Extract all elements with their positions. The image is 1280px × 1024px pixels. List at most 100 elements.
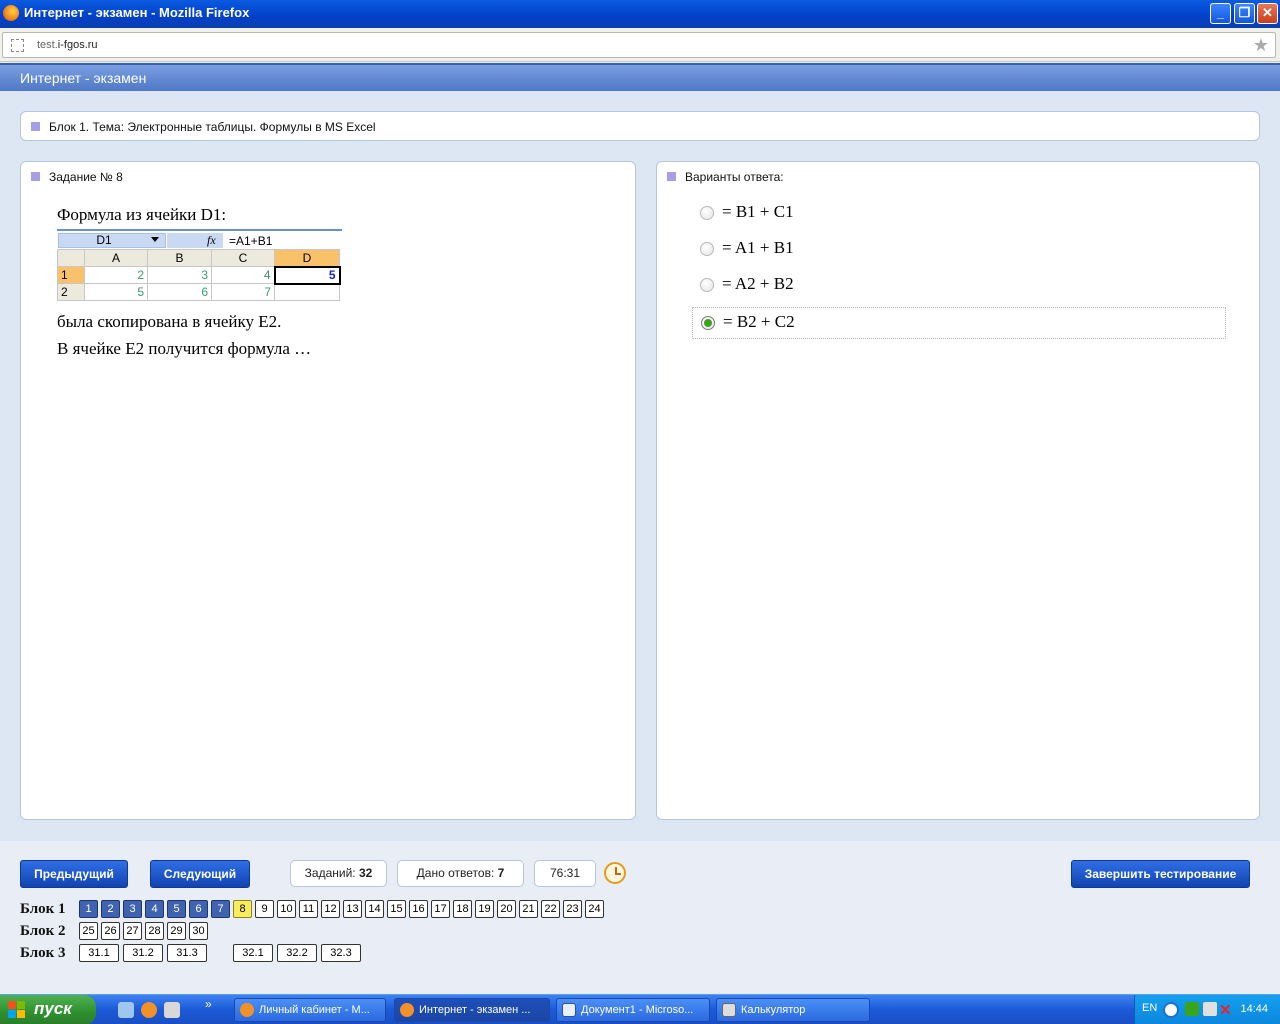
answer-text: = B2 + C2 bbox=[723, 312, 795, 331]
excel-snippet: D1 fx =A1+B1 A B C D 1 2 3 4 5 2 5 6 7 bbox=[57, 229, 342, 303]
quicklaunch-expand-icon[interactable]: » bbox=[205, 997, 212, 1011]
close-button[interactable]: ✕ bbox=[1257, 3, 1278, 24]
taskbar-item-word[interactable]: Документ1 - Microso... bbox=[556, 998, 710, 1022]
bullet-square-icon bbox=[31, 172, 40, 181]
bullet-square-icon bbox=[31, 122, 40, 131]
question-number-button[interactable]: 21 bbox=[519, 900, 538, 918]
previous-button[interactable]: Предыдущий bbox=[20, 860, 128, 888]
question-number-button[interactable]: 31.3 bbox=[167, 944, 207, 962]
cell: 4 bbox=[211, 266, 275, 284]
row-header: 2 bbox=[57, 283, 85, 301]
app-title: Интернет - экзамен bbox=[20, 70, 147, 86]
taskbar: пуск » Личный кабинет - М... Интернет - … bbox=[0, 994, 1280, 1024]
cell: 7 bbox=[211, 283, 275, 301]
tray-network-icon[interactable] bbox=[1185, 1002, 1199, 1016]
cell: 3 bbox=[147, 266, 212, 284]
question-number-button[interactable]: 8 bbox=[233, 900, 252, 918]
word-document-icon bbox=[562, 1003, 576, 1017]
question-number-button[interactable]: 24 bbox=[585, 900, 604, 918]
row-header: 1 bbox=[57, 266, 85, 284]
column-header: A bbox=[84, 249, 148, 267]
question-number-button[interactable]: 20 bbox=[497, 900, 516, 918]
tasks-counter: Заданий: 32 bbox=[290, 860, 387, 887]
start-button[interactable]: пуск bbox=[0, 995, 96, 1024]
question-number-button[interactable]: 31.1 bbox=[79, 944, 119, 962]
question-number-button[interactable]: 11 bbox=[299, 900, 318, 918]
answer-text: = A2 + B2 bbox=[722, 274, 794, 293]
maximize-button[interactable]: ❐ bbox=[1234, 3, 1255, 24]
quicklaunch-tool-icon[interactable] bbox=[164, 1002, 180, 1018]
question-number-button[interactable]: 25 bbox=[79, 922, 98, 940]
app-header: Интернет - экзамен bbox=[0, 63, 1280, 91]
url-text: test.i-fgos.ru bbox=[37, 39, 98, 51]
task-panel: Задание № 8 Формула из ячейки D1: D1 fx … bbox=[20, 161, 636, 820]
question-number-button[interactable]: 6 bbox=[189, 900, 208, 918]
question-number-button[interactable]: 14 bbox=[365, 900, 384, 918]
tray-antivirus-icon[interactable]: ✕ bbox=[1219, 1001, 1232, 1019]
block-label: Блок 1 bbox=[20, 901, 66, 917]
question-number-button[interactable]: 12 bbox=[321, 900, 340, 918]
question-number-button[interactable]: 32.2 bbox=[277, 944, 317, 962]
radio-button-checked[interactable] bbox=[701, 316, 715, 330]
timer: 76:31 bbox=[534, 860, 596, 887]
answers-title: Варианты ответа: bbox=[685, 170, 784, 184]
question-number-button[interactable]: 30 bbox=[189, 922, 208, 940]
question-number-button[interactable]: 2 bbox=[101, 900, 120, 918]
language-indicator[interactable]: EN bbox=[1142, 1002, 1157, 1014]
question-number-button[interactable]: 3 bbox=[123, 900, 142, 918]
question-number-button[interactable]: 13 bbox=[343, 900, 362, 918]
answer-option[interactable]: = A2 + B2 bbox=[692, 270, 1226, 302]
url-domain: i-fgos.ru bbox=[57, 39, 98, 51]
taskbar-item-exam[interactable]: Интернет - экзамен ... bbox=[394, 998, 550, 1022]
question-number-button[interactable]: 27 bbox=[123, 922, 142, 940]
answer-option[interactable]: = A1 + B1 bbox=[692, 234, 1226, 266]
quicklaunch-ie-icon[interactable] bbox=[118, 1002, 134, 1018]
taskbar-item-calculator[interactable]: Калькулятор bbox=[716, 998, 870, 1022]
question-number-button[interactable]: 23 bbox=[563, 900, 582, 918]
cell bbox=[274, 283, 340, 301]
firefox-icon bbox=[3, 5, 19, 21]
corner-cell bbox=[57, 249, 85, 267]
topic-box: Блок 1. Тема: Электронные таблицы. Форму… bbox=[20, 111, 1260, 141]
question-number-button[interactable]: 5 bbox=[167, 900, 186, 918]
tray-expand-icon[interactable] bbox=[1163, 1002, 1179, 1018]
question-number-button[interactable]: 32.3 bbox=[321, 944, 361, 962]
tray-monitor-icon[interactable] bbox=[1203, 1002, 1217, 1016]
block-row-1: Блок 1 1 2 3 4 5 6 7 8 9 10 11 12 13 14 15 16 17 18 19 20 21… bbox=[20, 900, 620, 920]
question-number-button[interactable]: 15 bbox=[387, 900, 406, 918]
minimize-button[interactable]: _ bbox=[1210, 3, 1231, 24]
bookmark-star-icon[interactable]: ★ bbox=[1253, 35, 1269, 56]
question-number-button[interactable]: 1 bbox=[79, 900, 98, 918]
next-button[interactable]: Следующий bbox=[150, 860, 250, 888]
question-number-button[interactable]: 10 bbox=[277, 900, 296, 918]
question-number-button[interactable]: 7 bbox=[211, 900, 230, 918]
question-number-button[interactable]: 9 bbox=[255, 900, 274, 918]
finish-test-button[interactable]: Завершить тестирование bbox=[1071, 860, 1250, 888]
question-number-button[interactable]: 26 bbox=[101, 922, 120, 940]
radio-button[interactable] bbox=[700, 278, 714, 292]
taskbar-item-cabinet[interactable]: Личный кабинет - М... bbox=[234, 998, 386, 1022]
question-number-button[interactable]: 4 bbox=[145, 900, 164, 918]
question-number-button[interactable]: 22 bbox=[541, 900, 560, 918]
question-number-button[interactable]: 31.2 bbox=[123, 944, 163, 962]
url-bar[interactable]: test.i-fgos.ru ★ bbox=[2, 32, 1276, 58]
question-number-button[interactable]: 28 bbox=[145, 922, 164, 940]
radio-button[interactable] bbox=[700, 206, 714, 220]
question-number-button[interactable]: 29 bbox=[167, 922, 186, 940]
task-title: Задание № 8 bbox=[49, 170, 123, 184]
firefox-icon bbox=[240, 1003, 254, 1017]
block-label: Блок 3 bbox=[20, 945, 66, 961]
tasks-count: 32 bbox=[358, 866, 373, 880]
question-line-2: была скопирована в ячейку E2. bbox=[57, 312, 282, 331]
question-number-button[interactable]: 18 bbox=[453, 900, 472, 918]
question-number-button[interactable]: 32.1 bbox=[233, 944, 273, 962]
answer-option-selected[interactable]: = B2 + C2 bbox=[692, 307, 1226, 339]
radio-button[interactable] bbox=[700, 242, 714, 256]
url-prefix: test. bbox=[37, 39, 58, 51]
question-number-button[interactable]: 16 bbox=[409, 900, 428, 918]
question-number-button[interactable]: 19 bbox=[475, 900, 494, 918]
answer-option[interactable]: = B1 + C1 bbox=[692, 198, 1226, 230]
taskbar-clock: 14:44 bbox=[1240, 1003, 1268, 1015]
quicklaunch-firefox-icon[interactable] bbox=[141, 1002, 157, 1018]
question-number-button[interactable]: 17 bbox=[431, 900, 450, 918]
